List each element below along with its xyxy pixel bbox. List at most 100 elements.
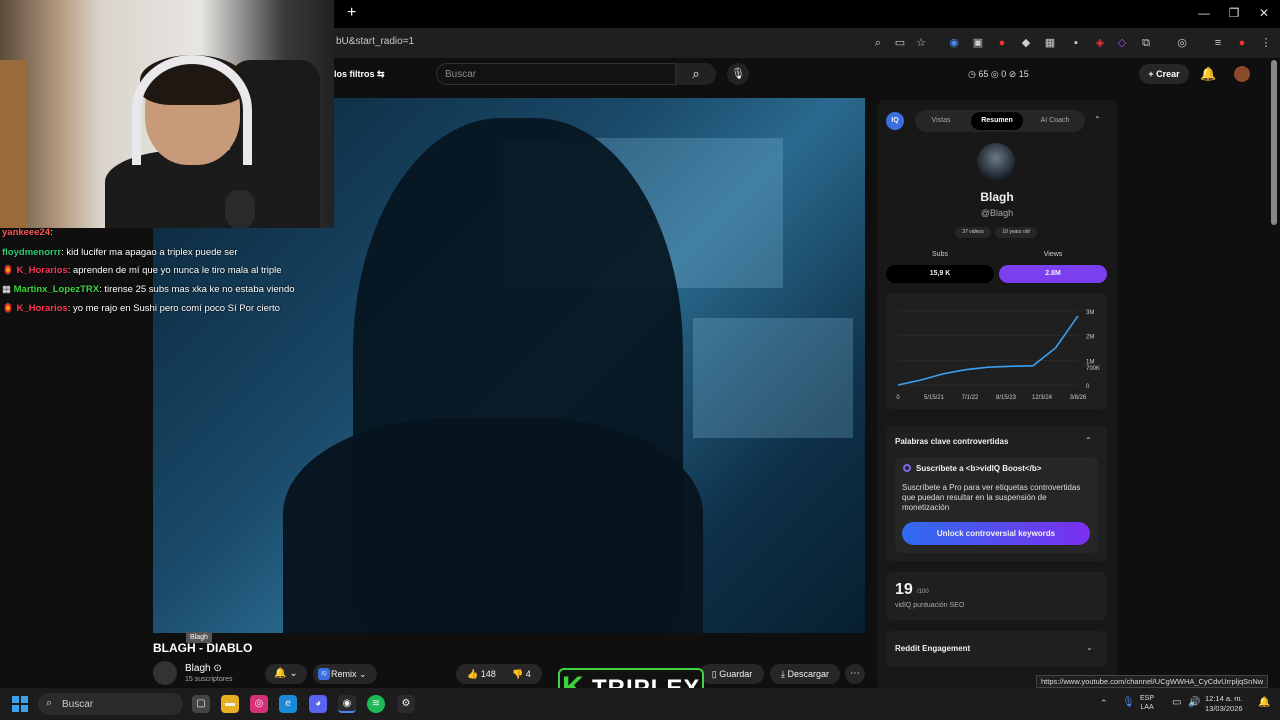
search-placeholder: Buscar [445, 69, 477, 80]
zoom-icon[interactable]: ⌕ [870, 35, 886, 51]
filters-button[interactable]: los filtros ⇆ [334, 69, 385, 80]
scrollbar[interactable] [1271, 60, 1277, 225]
chat-message: 🏮 K_Horarios: aprenden de mí que yo nunc… [2, 265, 282, 276]
webcam-microphone [225, 190, 255, 228]
chart-y-tick: 700K [1086, 366, 1100, 372]
new-tab-button[interactable]: + [347, 5, 361, 21]
clock[interactable]: 12:14 a. m. 13/03/2026 [1205, 694, 1243, 714]
reddit-engagement-label: Reddit Engagement [895, 644, 971, 653]
chevron-up-icon[interactable]: ⌃ [1085, 436, 1092, 445]
close-icon[interactable]: ✕ [1257, 6, 1271, 20]
channel-age-pill: 10 years old [995, 227, 1037, 238]
chevron-down-icon[interactable]: ⌄ [1086, 643, 1093, 652]
notification-center-icon[interactable]: 🔔 [1258, 697, 1270, 708]
puzzle-icon[interactable]: ⧉ [1138, 35, 1154, 51]
chart-x-tick: 8/15/23 [996, 395, 1017, 401]
channel-avatar [977, 143, 1015, 181]
chart-y-tick: 2M [1086, 335, 1094, 341]
status-url: https://www.youtube.com/channel/UCgWWHA_… [1036, 675, 1269, 688]
extension-icon[interactable]: ◈ [1092, 35, 1108, 51]
discord-icon[interactable]: ◕ [309, 695, 327, 713]
star-icon[interactable]: ☆ [913, 35, 929, 51]
chart-y-tick: 3M [1086, 310, 1094, 316]
tray-chevron-icon[interactable]: ⌃ [1100, 698, 1108, 709]
chat-message: ▦ Martinx_LopezTRX: tirense 25 subs mas … [2, 284, 295, 295]
boost-title: Suscríbete a <b>vidIQ Boost</b> [916, 464, 1042, 473]
language-indicator[interactable]: ESP LAA [1140, 694, 1154, 712]
chart-x-tick: 12/3/24 [1032, 395, 1053, 401]
seo-score-max: /100 [917, 589, 929, 595]
seo-score: 19 [895, 581, 913, 598]
webcam-overlay [0, 0, 334, 228]
app-icon[interactable]: ⚙ [397, 695, 415, 713]
chart-x-tick: 5/15/21 [924, 395, 945, 401]
network-icon[interactable]: ▭ [1172, 697, 1181, 708]
list-icon[interactable]: ≡ [1210, 35, 1226, 51]
extension-icon[interactable]: ◆ [1018, 35, 1034, 51]
webcam-headset [132, 55, 252, 165]
seo-score-card [886, 572, 1107, 620]
chat-message: yankeee24: [2, 227, 53, 238]
vidiq-stats: ◷ 65 ◎ 0 ⊘ 15 [968, 69, 1029, 79]
windows-start-icon[interactable] [12, 696, 28, 712]
menu-icon[interactable]: ⋮ [1258, 35, 1274, 51]
extension-icon[interactable]: ▣ [970, 35, 986, 51]
mic-icon[interactable]: 🎙 [727, 63, 749, 85]
url-field[interactable]: bU&start_radio=1 [336, 36, 414, 47]
like-button[interactable]: 👍 148 [467, 669, 496, 680]
cast-icon[interactable]: ▭ [892, 35, 908, 51]
dislike-button[interactable]: 👎 4 [512, 669, 531, 680]
channel-handle: @Blagh [980, 208, 1014, 218]
edge-icon[interactable]: e [279, 695, 297, 713]
views-chart-svg: 3M 2M 1M700K 0 0 5/15/21 7/1/22 8/15/23 12/3/24 3… [896, 310, 1100, 401]
volume-icon[interactable]: 🔊 [1188, 697, 1200, 708]
file-explorer-icon[interactable]: ▬ [221, 695, 239, 713]
chart-y-tick: 0 [1086, 384, 1090, 390]
channel-name[interactable]: Blagh ⊙ [185, 663, 222, 674]
unlock-keywords-button[interactable]: Unlock controversial keywords [902, 522, 1090, 545]
channel-avatar[interactable] [153, 661, 177, 685]
avatar[interactable] [1234, 66, 1250, 82]
tooltip: Blagh [186, 632, 212, 643]
more-options-button[interactable]: ⋯ [845, 664, 865, 684]
task-view-icon[interactable]: ▢ [192, 695, 210, 713]
restore-icon[interactable]: ❐ [1227, 6, 1241, 20]
chat-message: 🏮 K_Horarios: yo me rajo en Sushi pero c… [2, 303, 280, 314]
seo-score-label: vidIQ puntuación SEO [895, 602, 965, 609]
taskbar-search[interactable] [38, 693, 183, 715]
save-button[interactable]: ▯ Guardar [700, 664, 764, 684]
chat-message: floydmenorrr: kid lucifer ma apagao a tr… [2, 247, 238, 258]
boost-icon [903, 464, 911, 472]
profile-icon[interactable]: ◎ [1174, 35, 1190, 51]
extension-icon[interactable]: ◉ [946, 35, 962, 51]
spotify-icon[interactable]: ≋ [367, 695, 385, 713]
tab-vistas[interactable]: Vistas [923, 112, 959, 130]
boost-text: Suscríbete a Pro para ver etiquetas cont… [902, 483, 1081, 512]
create-button[interactable]: + Crear [1139, 64, 1189, 84]
chrome-icon[interactable]: ◉ [338, 695, 356, 713]
minimize-icon[interactable]: — [1197, 6, 1211, 20]
extension-icon[interactable]: ● [1234, 35, 1250, 51]
vidiq-icon: IQ [318, 668, 330, 680]
extension-icon[interactable]: ▪ [1068, 35, 1084, 51]
subscriber-count: 15 suscriptores [185, 676, 233, 683]
videos-count-pill: 37 videos [955, 227, 991, 238]
vidiq-logo-icon: IQ [886, 112, 904, 130]
tab-ai-coach[interactable]: AI Coach [1033, 112, 1077, 130]
extension-icon[interactable]: ● [994, 35, 1010, 51]
notifications-icon[interactable]: 🔔 [1200, 66, 1216, 82]
video-title: BLAGH - DIABLO [153, 641, 253, 655]
notification-bell-button[interactable]: 🔔 ⌄ [265, 664, 307, 684]
views-value: 2.8M [999, 265, 1107, 283]
chevron-up-icon[interactable]: ⌃ [1094, 115, 1101, 124]
extension-icon[interactable]: ▦ [1042, 35, 1058, 51]
tab-resumen[interactable]: Resumen [971, 112, 1023, 130]
search-button[interactable]: ⌕ [676, 63, 716, 85]
instagram-icon[interactable]: ◎ [250, 695, 268, 713]
extension-icon[interactable]: ◇ [1114, 35, 1130, 51]
subs-label: Subs [932, 251, 948, 258]
download-button[interactable]: ⤓ Descargar [770, 664, 840, 684]
mic-tray-icon[interactable]: 🎙 [1122, 697, 1135, 708]
views-label: Views [1043, 251, 1063, 258]
views-chart: 3M 2M 1M 700K 0 0 5/15/21 7/1/22 8/15/23 12/3/24 3… [886, 293, 1107, 409]
